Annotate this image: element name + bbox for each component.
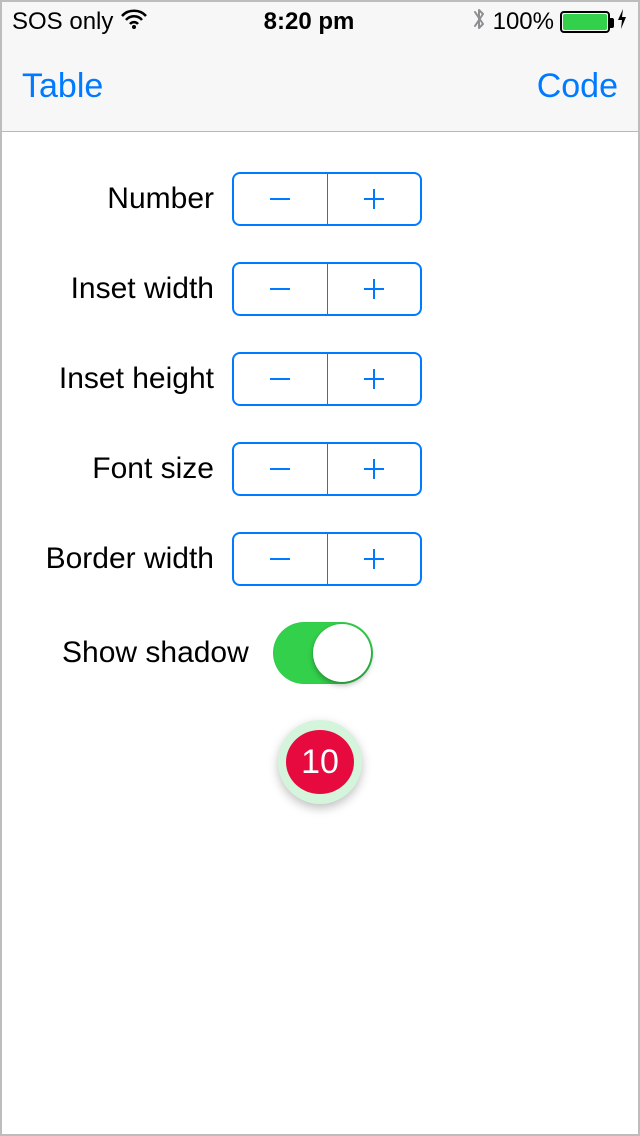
status-time: 8:20 pm xyxy=(264,8,355,36)
code-button[interactable]: Code xyxy=(537,67,618,106)
number-row: Number xyxy=(22,172,618,226)
font-size-row: Font size xyxy=(22,442,618,496)
badge-preview: 10 xyxy=(22,720,618,804)
font-size-minus-button[interactable] xyxy=(234,444,328,494)
status-right: 100% xyxy=(471,6,628,39)
number-label: Number xyxy=(22,182,232,216)
show-shadow-row: Show shadow xyxy=(22,622,618,684)
content: Number Inset width Inset height Font siz… xyxy=(2,132,638,804)
toggle-knob xyxy=(313,624,371,682)
number-plus-button[interactable] xyxy=(328,174,421,224)
inset-height-stepper[interactable] xyxy=(232,352,422,406)
border-width-stepper[interactable] xyxy=(232,532,422,586)
charging-icon xyxy=(616,7,628,38)
inset-height-label: Inset height xyxy=(22,362,232,396)
carrier-text: SOS only xyxy=(12,8,113,36)
inset-height-row: Inset height xyxy=(22,352,618,406)
font-size-label: Font size xyxy=(22,452,232,486)
show-shadow-toggle[interactable] xyxy=(273,622,373,684)
border-width-plus-button[interactable] xyxy=(328,534,421,584)
badge-halo: 10 xyxy=(278,720,362,804)
table-button[interactable]: Table xyxy=(22,67,103,106)
battery-icon xyxy=(560,11,610,33)
status-bar: SOS only 8:20 pm 100% xyxy=(2,2,638,42)
inset-width-row: Inset width xyxy=(22,262,618,316)
border-width-label: Border width xyxy=(22,542,232,576)
number-stepper[interactable] xyxy=(232,172,422,226)
border-width-minus-button[interactable] xyxy=(234,534,328,584)
font-size-stepper[interactable] xyxy=(232,442,422,496)
inset-width-stepper[interactable] xyxy=(232,262,422,316)
inset-height-minus-button[interactable] xyxy=(234,354,328,404)
inset-height-plus-button[interactable] xyxy=(328,354,421,404)
inset-width-label: Inset width xyxy=(22,272,232,306)
battery-percent: 100% xyxy=(493,8,554,36)
inset-width-plus-button[interactable] xyxy=(328,264,421,314)
wifi-icon xyxy=(121,8,147,36)
nav-bar: Table Code xyxy=(2,42,638,132)
show-shadow-label: Show shadow xyxy=(22,636,273,670)
badge-value: 10 xyxy=(301,743,339,782)
bluetooth-icon xyxy=(471,6,487,39)
font-size-plus-button[interactable] xyxy=(328,444,421,494)
status-left: SOS only xyxy=(12,8,147,36)
border-width-row: Border width xyxy=(22,532,618,586)
number-minus-button[interactable] xyxy=(234,174,328,224)
inset-width-minus-button[interactable] xyxy=(234,264,328,314)
badge: 10 xyxy=(286,730,354,794)
